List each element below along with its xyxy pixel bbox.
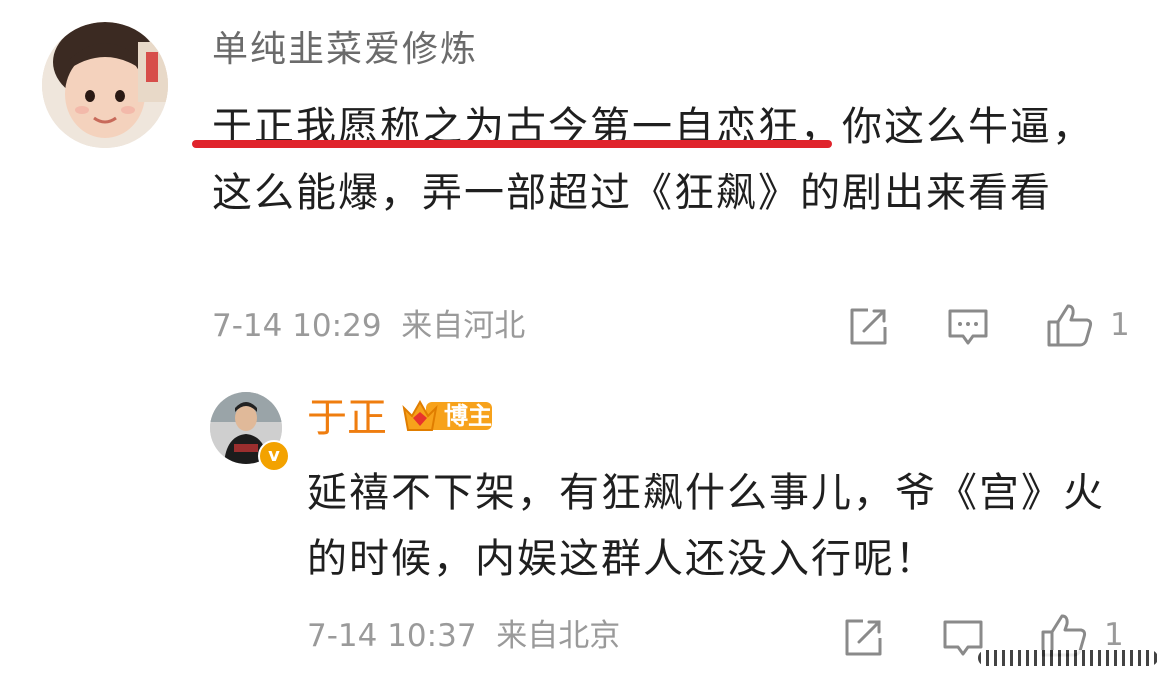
- share-icon: [845, 619, 882, 656]
- comment-meta: 7-14 10:29 来自河北: [212, 306, 525, 346]
- like-count: 1: [1110, 307, 1130, 343]
- like-icon: [1047, 304, 1093, 347]
- reply-like-count: 1: [1104, 617, 1124, 653]
- share-icon: [850, 308, 887, 345]
- comment-text: 于正我愿称之为古今第一自恋狂，你这么牛逼，这么能爆，弄一部超过《狂飙》的剧出来看…: [212, 94, 1112, 226]
- like-button[interactable]: 1: [1046, 302, 1130, 348]
- comment-username[interactable]: 单纯韭菜爱修炼: [212, 28, 478, 72]
- reply-text: 延禧不下架，有狂飙什么事儿，爷《宫》火的时候，内娱这群人还没入行呢！: [307, 470, 1105, 582]
- reply-meta: 7-14 10:37 来自北京: [307, 616, 620, 656]
- comment-icon: [948, 309, 988, 345]
- comment-button[interactable]: [946, 305, 990, 353]
- comment-location: 来自河北: [401, 308, 526, 344]
- avatar-image: [42, 22, 168, 148]
- verified-v-icon: v: [258, 440, 290, 472]
- comment-timestamp: 7-14 10:29: [212, 308, 382, 344]
- highlight-underline: [192, 140, 832, 148]
- share-button[interactable]: [846, 305, 890, 353]
- reply-share-button[interactable]: [841, 616, 885, 664]
- avatar[interactable]: [42, 22, 168, 148]
- reply-username[interactable]: 于正: [307, 394, 387, 442]
- blogger-badge: 博主: [400, 396, 494, 436]
- reply-timestamp: 7-14 10:37: [307, 618, 477, 654]
- overlay-strip: [978, 650, 1158, 666]
- blogger-badge-label: 博主: [444, 402, 492, 430]
- reply-location: 来自北京: [496, 618, 621, 654]
